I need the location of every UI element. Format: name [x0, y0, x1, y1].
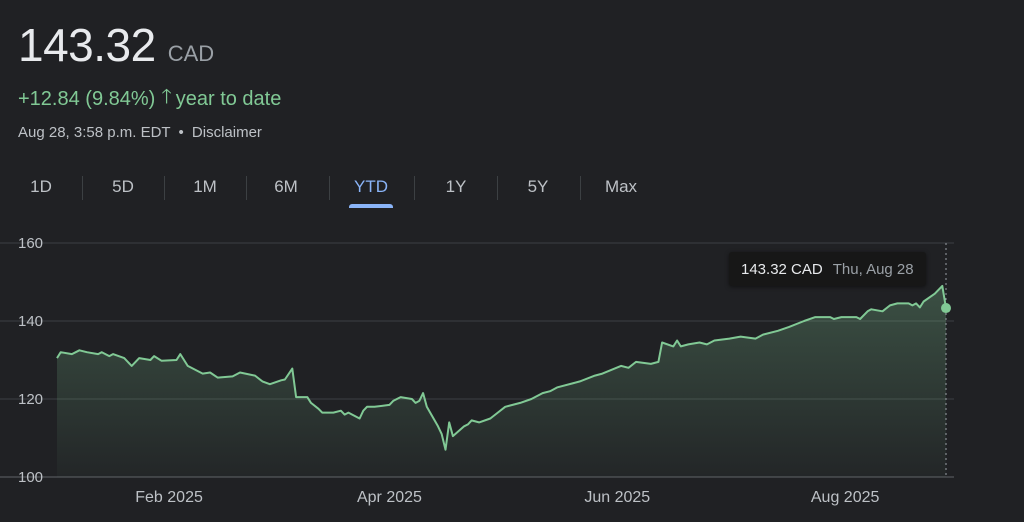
x-tick-label: Jun 2025 — [584, 489, 650, 506]
y-tick-label: 160 — [18, 235, 43, 252]
tooltip-value: 143.32 CAD — [741, 260, 823, 278]
highlight-point — [941, 303, 951, 314]
x-tick-label: Feb 2025 — [135, 489, 203, 506]
price-area — [57, 285, 946, 477]
x-tick-label: Apr 2025 — [357, 489, 422, 506]
y-tick-label: 140 — [18, 313, 43, 330]
stock-quote-widget: 143.32 CAD +12.84 (9.84%) 🡑 year to date… — [0, 0, 1024, 522]
chart-tooltip: 143.32 CAD Thu, Aug 28 — [729, 252, 926, 286]
y-tick-label: 100 — [18, 469, 43, 486]
x-tick-label: Aug 2025 — [811, 489, 880, 506]
y-tick-label: 120 — [18, 391, 43, 408]
tooltip-date: Thu, Aug 28 — [832, 260, 914, 278]
